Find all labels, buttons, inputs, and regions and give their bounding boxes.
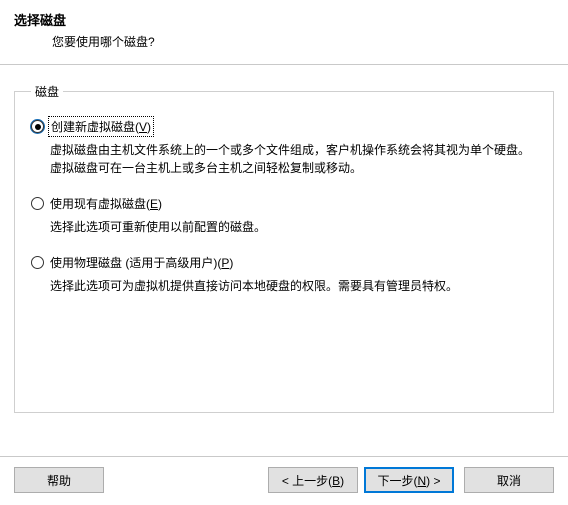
page-title: 选择磁盘	[14, 10, 554, 29]
help-button[interactable]: 帮助	[14, 467, 104, 493]
groupbox-legend: 磁盘	[31, 83, 63, 100]
next-button[interactable]: 下一步(N) >	[364, 467, 454, 493]
option-physical-label: 使用物理磁盘 (适用于高级用户)(P)	[50, 256, 233, 270]
option-physical-disk[interactable]: 使用物理磁盘 (适用于高级用户)(P) 选择此选项可为虚拟机提供直接访问本地硬盘…	[31, 254, 537, 295]
option-existing-disk[interactable]: 使用现有虚拟磁盘(E) 选择此选项可重新使用以前配置的磁盘。	[31, 195, 537, 236]
option-physical-desc: 选择此选项可为虚拟机提供直接访问本地硬盘的权限。需要具有管理员特权。	[50, 277, 537, 295]
wizard-header: 选择磁盘 您要使用哪个磁盘?	[0, 0, 568, 64]
option-create-label: 创建新虚拟磁盘(V)	[50, 118, 152, 135]
wizard-dialog: 选择磁盘 您要使用哪个磁盘? 磁盘 创建新虚拟磁盘(V) 虚拟磁盘由主机文件系统…	[0, 0, 568, 505]
option-create-disk[interactable]: 创建新虚拟磁盘(V) 虚拟磁盘由主机文件系统上的一个或多个文件组成，客户机操作系…	[31, 118, 537, 177]
radio-existing-disk[interactable]	[31, 197, 44, 210]
cancel-button[interactable]: 取消	[464, 467, 554, 493]
option-existing-desc: 选择此选项可重新使用以前配置的磁盘。	[50, 218, 537, 236]
option-existing-label: 使用现有虚拟磁盘(E)	[50, 197, 162, 211]
page-subtitle: 您要使用哪个磁盘?	[52, 33, 554, 50]
back-button[interactable]: < 上一步(B)	[268, 467, 358, 493]
wizard-footer: 帮助 < 上一步(B) 下一步(N) > 取消	[0, 457, 568, 505]
option-create-desc: 虚拟磁盘由主机文件系统上的一个或多个文件组成，客户机操作系统会将其视为单个硬盘。…	[50, 141, 537, 177]
radio-physical-disk[interactable]	[31, 256, 44, 269]
radio-create-disk[interactable]	[31, 120, 44, 133]
wizard-body: 磁盘 创建新虚拟磁盘(V) 虚拟磁盘由主机文件系统上的一个或多个文件组成，客户机…	[0, 65, 568, 456]
disk-groupbox: 磁盘 创建新虚拟磁盘(V) 虚拟磁盘由主机文件系统上的一个或多个文件组成，客户机…	[14, 83, 554, 413]
